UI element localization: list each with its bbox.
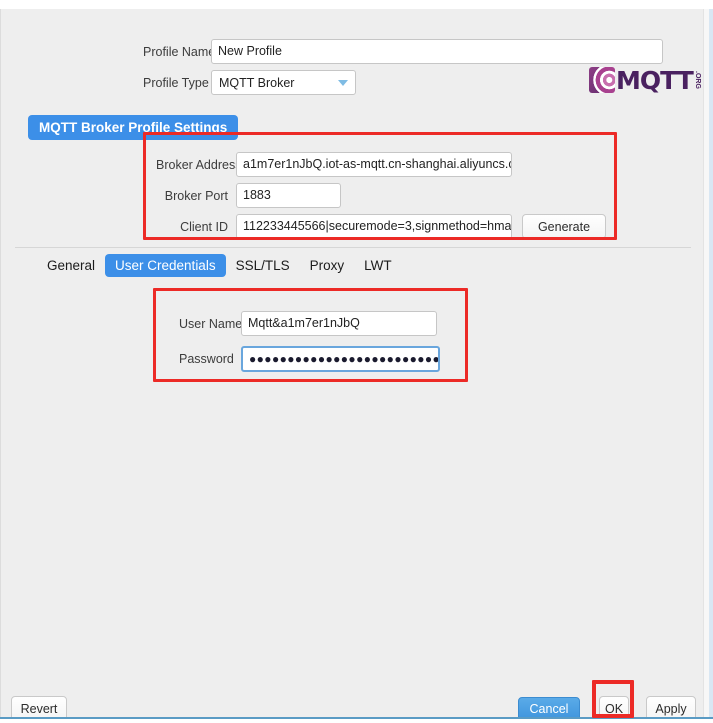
profile-type-select[interactable]: MQTT Broker — [211, 70, 356, 95]
broker-port-label: Broker Port — [164, 188, 228, 203]
username-label: User Name — [179, 316, 243, 331]
dialog-root: Profile Name New Profile Profile Type MQ… — [0, 0, 713, 723]
profile-name-input[interactable]: New Profile — [211, 39, 663, 64]
username-input[interactable]: Mqtt&a1m7er1nJbQ — [241, 311, 437, 336]
password-input[interactable]: ●●●●●●●●●●●●●●●●●●●●●●●●●●●● — [241, 346, 440, 372]
mqtt-swirl-icon — [589, 67, 615, 93]
password-label: Password — [179, 352, 234, 366]
bottom-accent-line — [0, 717, 713, 723]
tab-lwt[interactable]: LWT — [354, 254, 402, 277]
password-row: Password ●●●●●●●●●●●●●●●●●●●●●●●●●●●● — [179, 346, 440, 372]
section-divider — [15, 247, 691, 248]
username-row: User Name Mqtt&a1m7er1nJbQ — [179, 311, 437, 336]
tab-user-credentials[interactable]: User Credentials — [105, 254, 226, 277]
profile-type-selected-value: MQTT Broker — [219, 75, 295, 90]
profile-name-row: Profile Name New Profile — [143, 39, 663, 64]
right-edge-accent — [709, 9, 713, 717]
profile-dialog-panel: Profile Name New Profile Profile Type MQ… — [0, 9, 703, 721]
broker-address-row: Broker Address a1m7er1nJbQ.iot-as-mqtt.c… — [156, 152, 512, 177]
tab-ssl-tls[interactable]: SSL/TLS — [226, 254, 300, 277]
section-badge-broker-settings: MQTT Broker Profile Settings — [28, 115, 239, 140]
generate-client-id-button[interactable]: Generate — [522, 214, 606, 239]
broker-address-label: Broker Address — [156, 157, 242, 172]
credentials-tab-bar: General User Credentials SSL/TLS Proxy L… — [37, 254, 402, 277]
client-id-input[interactable]: 112233445566|securemode=3,signmethod=hma… — [236, 214, 512, 239]
profile-type-label: Profile Type — [143, 75, 209, 90]
client-id-label: Client ID — [180, 219, 228, 234]
mqtt-logo-wordmark: MQTT — [616, 65, 694, 95]
mqtt-logo-org-text: .ORG — [693, 71, 701, 89]
broker-port-row: Broker Port 1883 — [156, 183, 341, 208]
tab-proxy[interactable]: Proxy — [300, 254, 355, 277]
tab-general[interactable]: General — [37, 254, 105, 277]
broker-port-input[interactable]: 1883 — [236, 183, 341, 208]
broker-address-input[interactable]: a1m7er1nJbQ.iot-as-mqtt.cn-shanghai.aliy… — [236, 152, 512, 177]
client-id-row: Client ID 112233445566|securemode=3,sign… — [156, 214, 606, 239]
chevron-down-icon — [338, 79, 348, 86]
profile-name-label: Profile Name — [143, 44, 216, 59]
mqtt-logo: MQTT .ORG — [589, 65, 701, 95]
window-top-strip — [0, 0, 713, 9]
profile-type-row: Profile Type MQTT Broker — [143, 70, 356, 95]
